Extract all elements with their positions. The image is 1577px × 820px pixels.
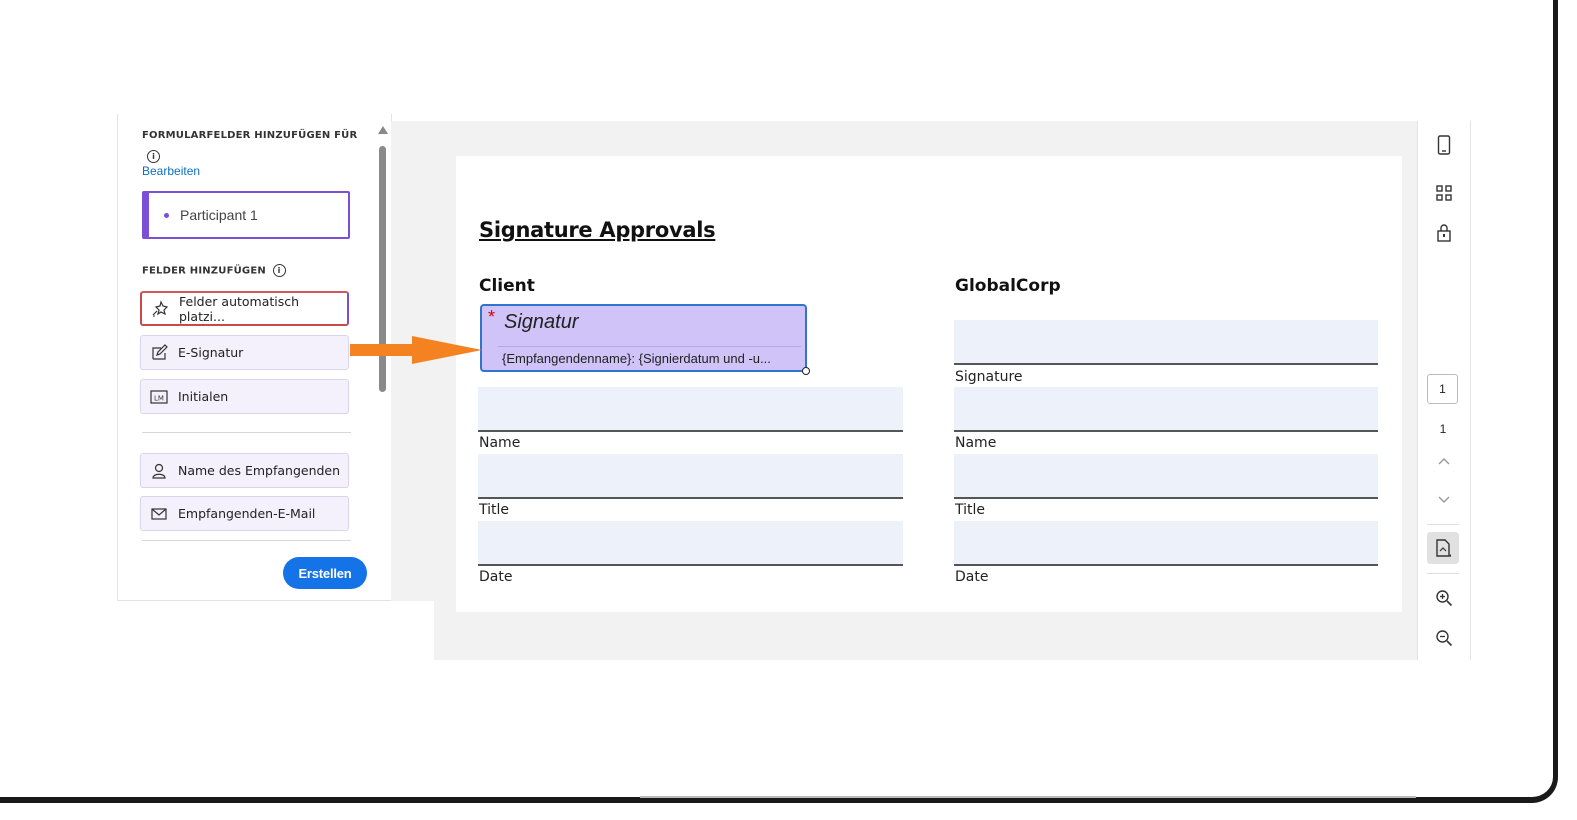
info-icon[interactable]: i — [147, 150, 160, 163]
divider — [142, 540, 351, 541]
edit-link[interactable]: Bearbeiten — [142, 164, 200, 178]
create-button[interactable]: Erstellen — [283, 557, 367, 589]
chevron-up-icon[interactable] — [1433, 450, 1455, 472]
initials-field-button[interactable]: LM Initialen — [140, 379, 349, 414]
client-name-input-area[interactable] — [478, 387, 903, 432]
esignature-field-button[interactable]: E-Signatur — [140, 335, 349, 370]
globalcorp-signature-label: Signature — [955, 369, 1023, 385]
add-fields-heading-text: FELDER HINZUFÜGEN — [142, 265, 266, 277]
info-icon[interactable]: i — [272, 264, 286, 277]
scroll-up-arrow[interactable] — [378, 126, 388, 134]
document-fit-icon — [1432, 537, 1454, 559]
recipient-email-field-button[interactable]: Empfangenden-E-Mail — [140, 496, 349, 531]
toolbar-separator — [1427, 573, 1459, 574]
signature-pen-icon — [150, 343, 168, 362]
globalcorp-name-label: Name — [955, 435, 997, 451]
participant-selector[interactable]: Participant 1 — [142, 191, 350, 239]
lock-icon[interactable] — [1433, 222, 1455, 244]
total-pages: 1 — [1439, 422, 1447, 436]
globalcorp-title-input-area[interactable] — [954, 454, 1378, 499]
client-title-input-area[interactable] — [478, 454, 903, 499]
signature-field-title: Signatur — [504, 311, 579, 333]
globalcorp-date-label: Date — [955, 569, 989, 585]
auto-place-fields-button[interactable]: Felder automatisch platzi... — [140, 291, 349, 326]
fit-page-tool[interactable] — [1427, 532, 1459, 564]
recipient-email-label: Empfangenden-E-Mail — [178, 506, 316, 521]
sparkle-pin-icon — [151, 299, 169, 318]
globalcorp-heading: GlobalCorp — [955, 276, 1061, 296]
participant-label: Participant 1 — [180, 207, 258, 223]
person-icon — [150, 462, 168, 480]
add-fields-heading: FELDER HINZUFÜGEN i — [142, 264, 286, 277]
mobile-view-icon[interactable] — [1433, 134, 1455, 156]
thumbnails-grid-icon[interactable] — [1433, 182, 1455, 204]
horizontal-scrollbar[interactable] — [640, 796, 1416, 798]
client-title-label: Title — [479, 502, 510, 518]
zoom-out-icon[interactable] — [1433, 627, 1455, 649]
divider — [142, 432, 351, 433]
signature-field[interactable]: * Signatur {Empfangendenname}: {Signierd… — [480, 304, 810, 375]
form-fields-heading: FORMULARFELDER HINZUFÜGEN FÜR — [142, 130, 358, 141]
signature-field-subtitle: {Empfangendenname}: {Signierdatum und -u… — [502, 351, 771, 366]
globalcorp-date-input-area[interactable] — [954, 521, 1378, 566]
client-date-input-area[interactable] — [478, 521, 903, 566]
callout-arrow — [350, 336, 482, 364]
app-window: FORMULARFELDER HINZUFÜGEN FÜR i Bearbeit… — [117, 114, 1471, 660]
toolbar-separator — [1427, 524, 1459, 525]
chevron-down-icon[interactable] — [1433, 489, 1455, 511]
initials-label: Initialen — [178, 389, 229, 404]
esignature-label: E-Signatur — [178, 345, 244, 360]
globalcorp-signature-input-area[interactable] — [954, 320, 1378, 365]
participant-color-dot — [164, 213, 169, 218]
signature-field-separator — [498, 346, 801, 347]
right-toolbar: 1 1 — [1417, 121, 1471, 660]
recipient-name-label: Name des Empfangenden — [178, 463, 341, 478]
client-heading: Client — [479, 276, 535, 296]
client-date-label: Date — [479, 569, 513, 585]
globalcorp-name-input-area[interactable] — [954, 387, 1378, 432]
document-page: Signature Approvals Client GlobalCorp * … — [456, 156, 1402, 612]
current-page-input[interactable]: 1 — [1427, 374, 1458, 404]
mail-icon — [150, 505, 168, 523]
zoom-in-icon[interactable] — [1433, 587, 1455, 609]
recipient-name-field-button[interactable]: Name des Empfangenden — [140, 453, 349, 488]
globalcorp-title-label: Title — [955, 502, 986, 518]
client-name-label: Name — [479, 435, 521, 451]
initials-icon: LM — [150, 388, 168, 406]
resize-handle[interactable] — [802, 367, 810, 375]
required-marker: * — [488, 307, 496, 327]
document-title: Signature Approvals — [479, 218, 716, 242]
svg-text:LM: LM — [154, 394, 164, 402]
auto-place-fields-label: Felder automatisch platzi... — [179, 293, 300, 324]
